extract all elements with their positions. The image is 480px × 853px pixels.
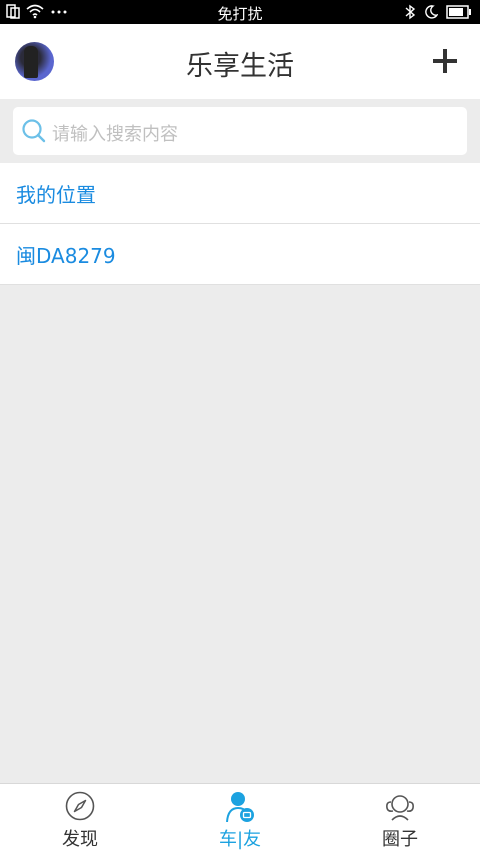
circle-group-icon [386,795,414,821]
tab-circles[interactable]: 圈子 [320,784,480,853]
list-item-vehicle[interactable]: 闽DA8279 [0,224,480,285]
status-right-icons [404,4,472,20]
tab-label: 发现 [62,829,98,850]
tab-label: 车|友 [218,829,262,850]
tab-discover[interactable]: 发现 [0,784,160,853]
bluetooth-icon [405,4,416,20]
search-placeholder: 请输入搜索内容 [52,124,178,145]
add-button[interactable] [432,48,458,74]
tab-label: 圈子 [382,829,418,850]
page-title: 乐享生活 [186,51,294,82]
car-friend-icon [226,792,254,822]
search-icon [22,119,46,143]
list-item-label: 我的位置 [16,182,96,207]
location-list: 我的位置 闽DA8279 [0,163,480,285]
search-input[interactable]: 请输入搜索内容 [13,107,467,155]
app-header: 乐享生活 [0,24,480,99]
status-bar: 免打扰 [0,0,480,24]
bottom-tab-bar: 发现 车|友 圈子 [0,783,480,853]
list-item-my-location[interactable]: 我的位置 [0,163,480,224]
search-area: 请输入搜索内容 [0,99,480,163]
moon-icon [425,5,438,19]
list-item-label: 闽DA8279 [16,243,116,268]
compass-icon [65,791,95,821]
tab-car-friends[interactable]: 车|友 [160,784,320,853]
battery-icon [446,5,471,19]
